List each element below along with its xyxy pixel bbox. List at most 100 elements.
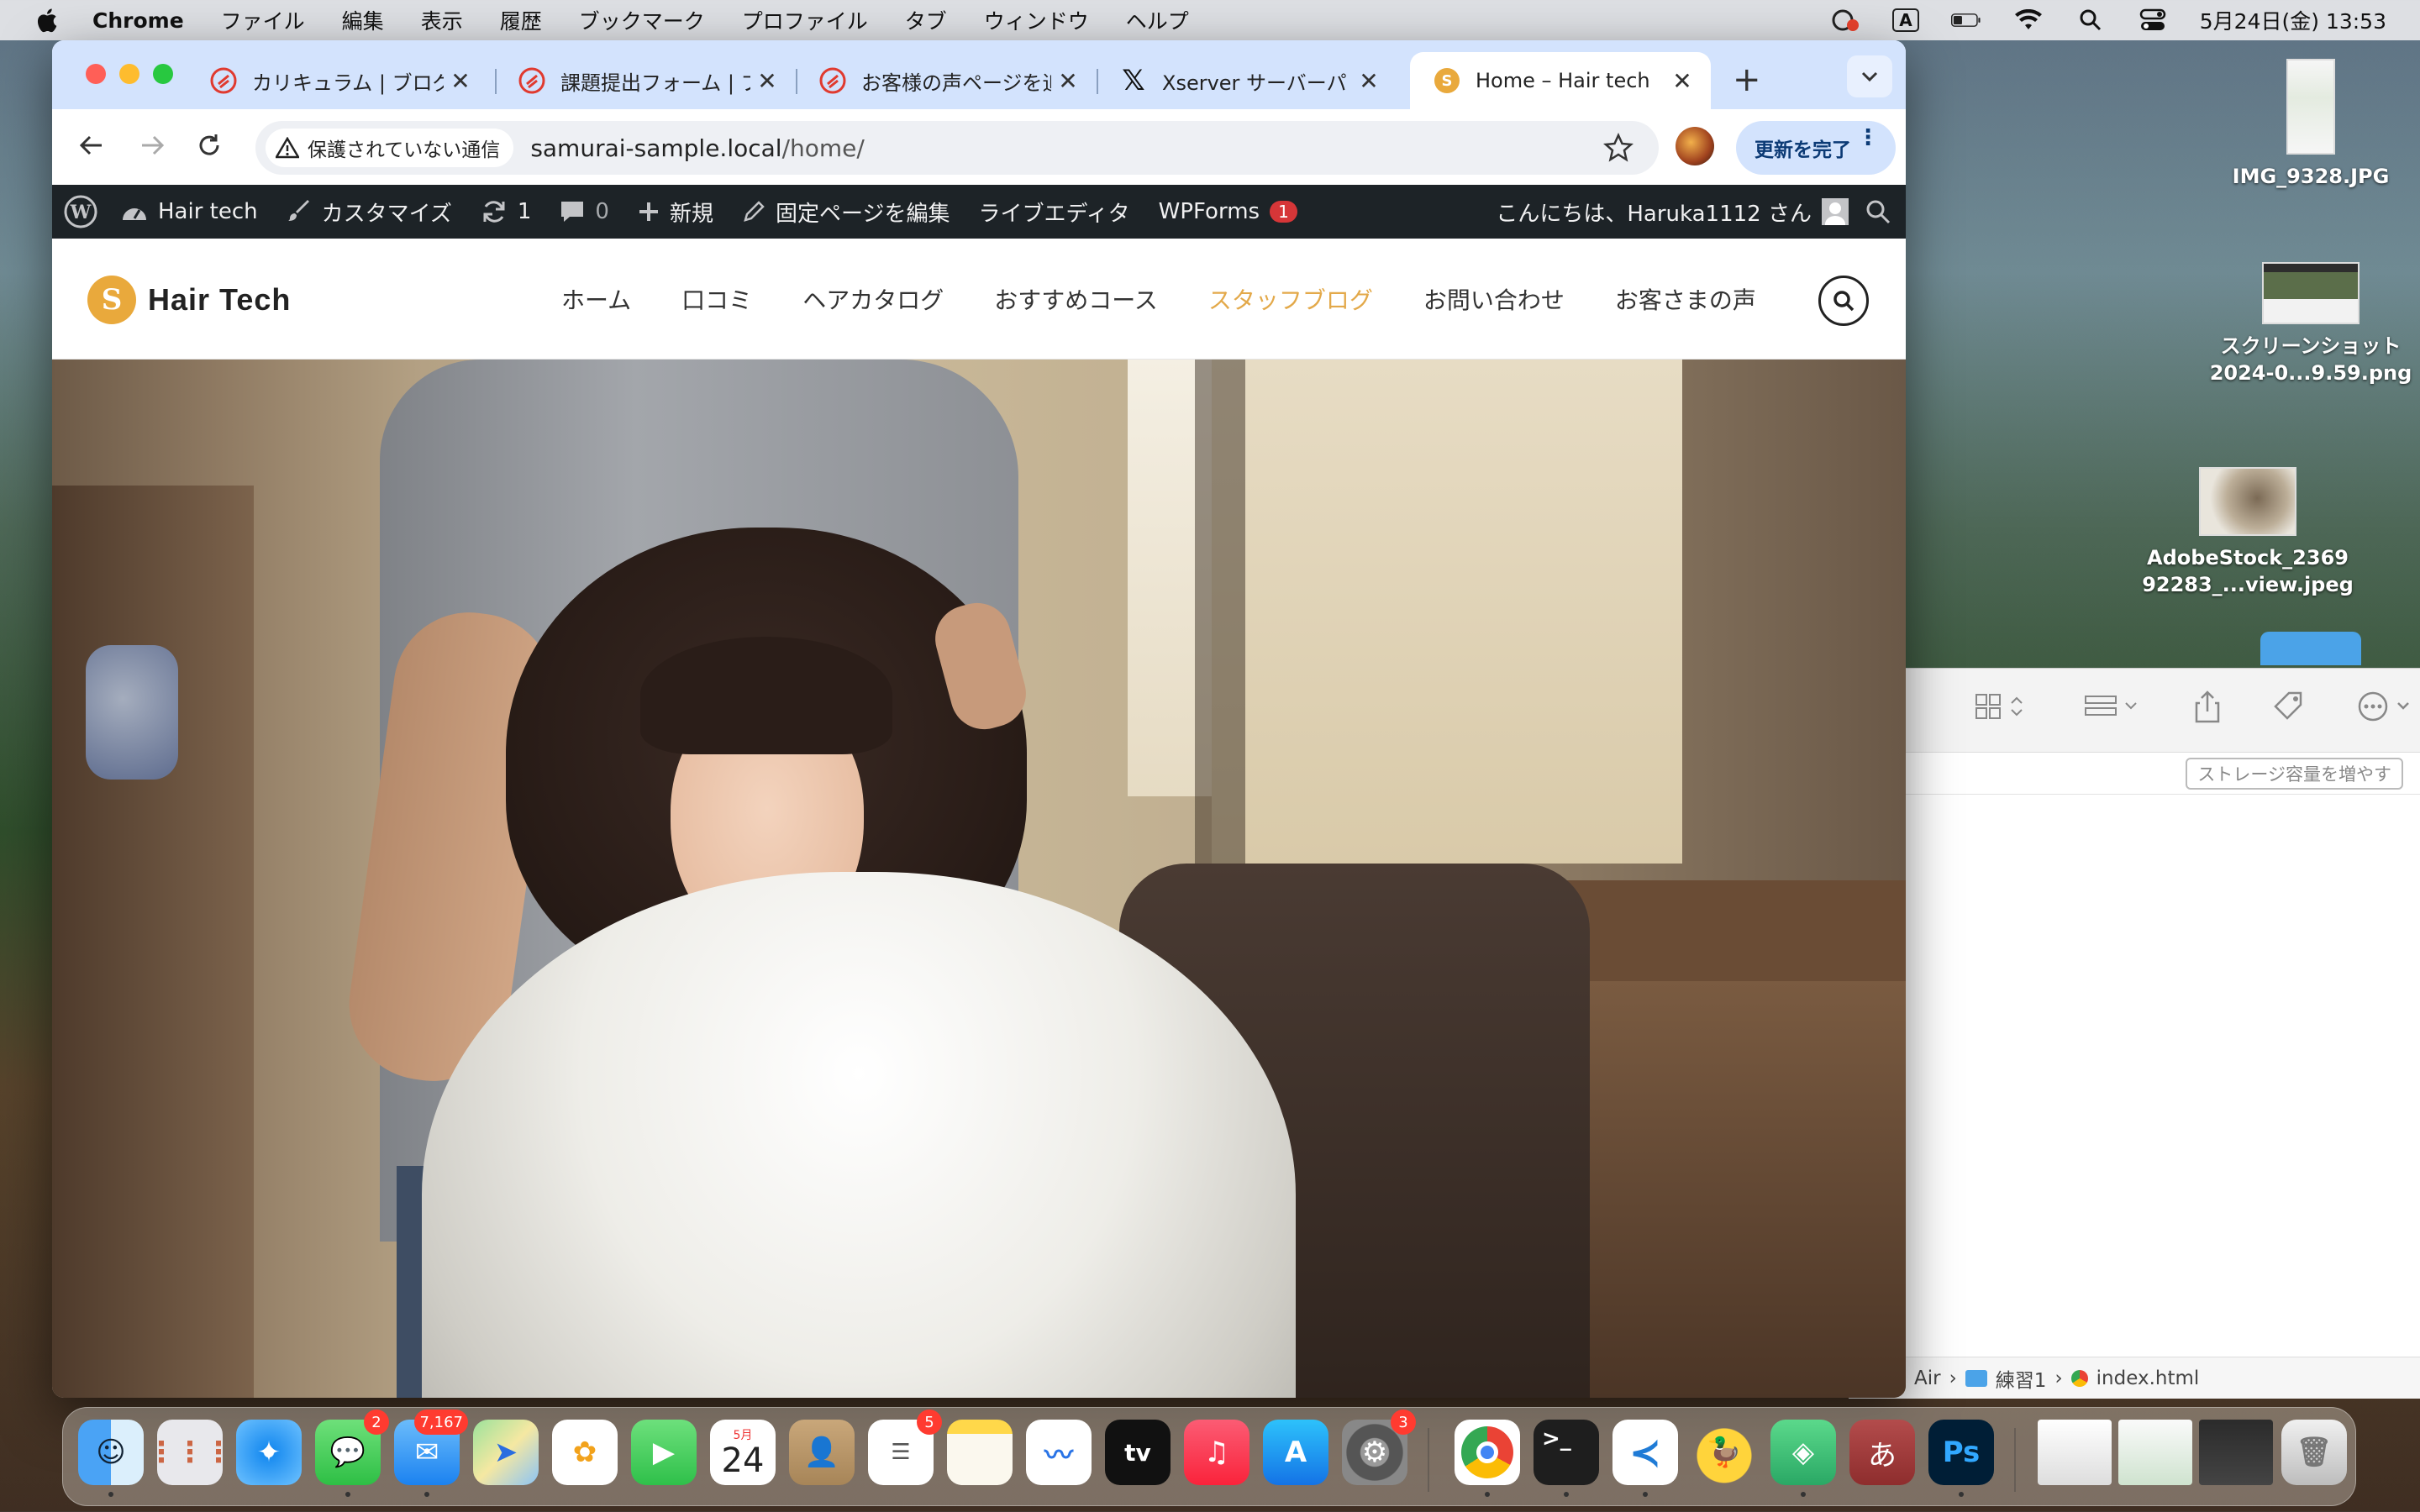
nav-hair-catalog[interactable]: ヘアカタログ [802, 282, 944, 316]
contacts-icon[interactable]: 👤 [789, 1420, 855, 1485]
wifi-icon[interactable] [2013, 8, 2044, 33]
calendar-icon[interactable]: 5月 24 [710, 1420, 776, 1485]
tag-icon[interactable] [2272, 690, 2306, 731]
minimized-window-thumbnail[interactable] [2199, 1420, 2273, 1485]
safari-icon[interactable]: ✦ [236, 1420, 302, 1485]
folder-icon[interactable] [2260, 632, 2361, 665]
trash-icon[interactable]: 🗑 [2281, 1420, 2347, 1485]
battery-icon[interactable] [1950, 8, 1981, 33]
nav-recommended-courses[interactable]: おすすめコース [994, 282, 1158, 316]
more-actions-icon[interactable] [2356, 690, 2415, 731]
increase-storage-button[interactable]: ストレージ容量を増やす [2186, 757, 2403, 790]
apple-menu-icon[interactable] [0, 0, 92, 40]
mail-icon[interactable]: ✉ 7,167 [394, 1410, 468, 1497]
tab-customer-voice[interactable]: お客様の声ページを追 ✕ [796, 52, 1097, 109]
creative-cloud-icon[interactable] [1830, 8, 1860, 33]
reload-button[interactable] [188, 124, 230, 166]
site-logo[interactable]: S Hair Tech [87, 276, 291, 324]
nav-home[interactable]: ホーム [561, 282, 631, 316]
site-security-chip[interactable]: 保護されていない通信 [266, 129, 514, 167]
wp-user-greeting[interactable]: こんにちは、Haruka1112 さん [1496, 197, 1812, 228]
menu-profiles[interactable]: プロファイル [742, 5, 868, 35]
wp-wpforms[interactable]: WPForms 1 [1159, 199, 1297, 224]
close-tab-icon[interactable]: ✕ [1051, 67, 1085, 95]
chrome-icon[interactable] [1455, 1420, 1520, 1497]
update-chrome-button[interactable]: 更新を完了 ⋮ [1736, 121, 1896, 175]
messages-icon[interactable]: 💬 2 [315, 1410, 389, 1497]
menu-edit[interactable]: 編集 [342, 5, 384, 35]
control-center-icon[interactable] [2138, 8, 2168, 33]
back-button[interactable] [71, 124, 113, 166]
wp-customize[interactable]: カスタマイズ [287, 197, 452, 228]
vscode-icon[interactable]: ≺ [1612, 1420, 1678, 1497]
music-icon[interactable]: ♫ [1184, 1420, 1249, 1485]
menu-help[interactable]: ヘルプ [1126, 5, 1189, 35]
japanese-input-icon[interactable]: あ [1849, 1420, 1915, 1485]
new-tab-icon[interactable]: + [1733, 60, 1761, 99]
address-bar[interactable]: 保護されていない通信 samurai-sample.local/home/ [255, 121, 1659, 175]
close-tab-icon[interactable]: ✕ [1352, 67, 1386, 95]
site-search-button[interactable] [1818, 276, 1869, 326]
app-menu-chrome[interactable]: Chrome [92, 8, 184, 33]
minimized-window-thumbnail[interactable] [2038, 1420, 2112, 1485]
nav-reviews[interactable]: 口コミ [681, 282, 752, 316]
photoshop-icon[interactable]: Ps [1928, 1420, 1994, 1497]
tab-xserver[interactable]: 𝕏 Xserver サーバーパ ✕ [1097, 52, 1397, 109]
tab-assignment-form[interactable]: 課題提出フォーム | ブ ✕ [495, 52, 796, 109]
nav-staff-blog[interactable]: スタッフブログ [1208, 282, 1373, 316]
freeform-icon[interactable]: 〰 [1026, 1420, 1092, 1485]
minimized-window-thumbnail[interactable] [2118, 1420, 2192, 1485]
user-avatar-icon[interactable] [1822, 198, 1849, 225]
wp-updates[interactable]: 1 [481, 199, 531, 224]
close-tab-icon[interactable]: ✕ [1665, 67, 1699, 95]
nav-contact[interactable]: お問い合わせ [1423, 282, 1565, 316]
close-tab-icon[interactable]: ✕ [750, 67, 784, 95]
menu-history[interactable]: 履歴 [500, 5, 542, 35]
menu-window[interactable]: ウィンドウ [984, 5, 1089, 35]
wp-search-icon[interactable] [1865, 199, 1891, 224]
tab-home-hair-tech[interactable]: S Home – Hair tech ✕ [1410, 52, 1711, 109]
forward-button[interactable] [131, 124, 173, 166]
system-settings-icon[interactable]: ⚙ 3 [1342, 1410, 1416, 1485]
tab-search-button[interactable] [1847, 55, 1892, 97]
desktop-file-img[interactable]: IMG_9328.JPG [2218, 59, 2403, 190]
tab-curriculum[interactable]: カリキュラム | ブログ ✕ [187, 52, 489, 109]
bookmark-star-icon[interactable] [1602, 132, 1634, 166]
terminal-icon[interactable]: >_ [1534, 1420, 1599, 1497]
view-grid-icon[interactable] [1975, 691, 2033, 729]
finder-icon[interactable]: ☺ [78, 1420, 144, 1497]
photos-icon[interactable]: ✿ [552, 1420, 618, 1485]
wp-edit-page[interactable]: 固定ページを編集 [742, 197, 950, 228]
app-store-icon[interactable]: A [1263, 1420, 1328, 1485]
maps-icon[interactable]: ➤ [473, 1420, 539, 1485]
menu-view[interactable]: 表示 [421, 5, 463, 35]
profile-avatar[interactable] [1676, 127, 1714, 165]
more-menu-icon[interactable]: ⋮ [1857, 127, 1879, 149]
desktop-file-adobestock[interactable]: AdobeStock_2369 92283_...view.jpeg [2134, 467, 2361, 599]
cyberduck-icon[interactable]: 🦆 [1691, 1420, 1757, 1485]
desktop-file-screenshot[interactable]: スクリーンショット 2024-0...9.59.png [2197, 262, 2420, 387]
wp-comments[interactable]: 0 [560, 199, 609, 224]
spotlight-search-icon[interactable] [2075, 8, 2106, 33]
wp-live-editor[interactable]: ライブエディタ [978, 197, 1129, 228]
close-window-button[interactable] [86, 64, 106, 84]
menubar-clock[interactable]: 5月24日(金) 13:53 [2200, 5, 2386, 35]
facetime-icon[interactable]: ▶ [631, 1420, 697, 1485]
reminders-icon[interactable]: ☰ 5 [868, 1410, 942, 1485]
menu-bookmarks[interactable]: ブックマーク [579, 5, 705, 35]
menu-file[interactable]: ファイル [221, 5, 305, 35]
share-icon[interactable] [2193, 690, 2222, 731]
path-segment-file[interactable]: index.html [2096, 1368, 2200, 1389]
wordpress-logo-icon[interactable]: W [64, 195, 97, 228]
wp-site-name[interactable]: Hair tech [121, 199, 258, 224]
menu-tab[interactable]: タブ [905, 5, 947, 35]
path-segment-air[interactable]: Air [1914, 1368, 1941, 1389]
notes-icon[interactable] [947, 1420, 1013, 1485]
local-app-icon[interactable]: ◈ [1770, 1420, 1836, 1497]
path-segment-folder[interactable]: 練習1 [1996, 1364, 2047, 1393]
launchpad-icon[interactable]: ⋮⋮⋮ [147, 1420, 233, 1485]
group-by-icon[interactable] [2084, 691, 2143, 729]
nav-customer-voice[interactable]: お客さまの声 [1615, 282, 1756, 316]
apple-tv-icon[interactable]: tv [1105, 1420, 1171, 1485]
minimize-window-button[interactable] [119, 64, 139, 84]
